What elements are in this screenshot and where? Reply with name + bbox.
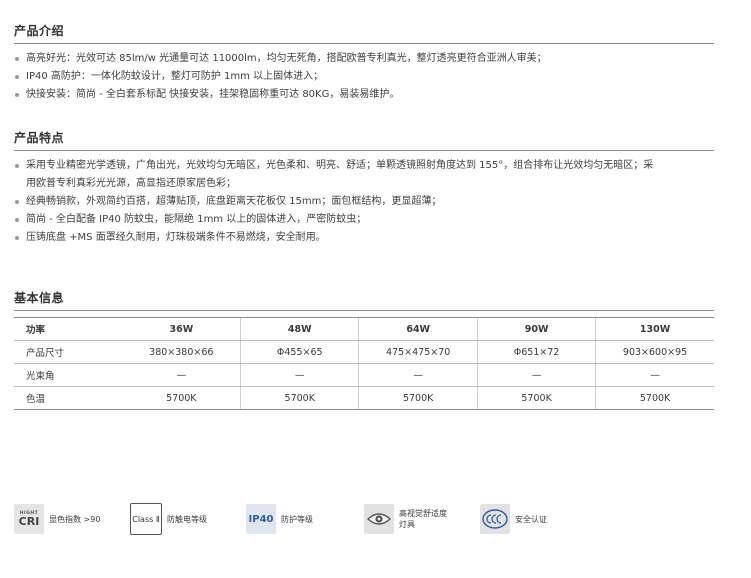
- table-row: 产品尺寸 380×380×66 Φ455×65 475×475×70 Φ651×…: [14, 340, 714, 364]
- features-list: 采用专业精密光学透镜，广角出光，光效均匀无暗区，光色柔和、明亮、舒适；单颗透镜照…: [14, 157, 714, 247]
- class-ii-icon-text: Class Ⅱ: [132, 514, 160, 524]
- table-row: 色温 5700K 5700K 5700K 5700K 5700K: [14, 386, 714, 410]
- eye-icon: [367, 513, 391, 525]
- badge-label: 防触电等级: [167, 514, 207, 524]
- cri-icon: HIGHT CRI: [14, 504, 44, 534]
- badge-row: HIGHT CRI 显色指数 >90 Class Ⅱ 防触电等级 IP40 防护…: [14, 503, 714, 535]
- list-item: 压铸底盘 +MS 面罩经久耐用，灯珠极端条件不易燃烧，安全耐用。: [14, 229, 714, 247]
- table-cell: 5700K: [595, 386, 714, 410]
- row-label: 产品尺寸: [14, 340, 123, 364]
- table-cell: Φ455×65: [240, 340, 359, 364]
- table-header-row: 功率 36W 48W 64W 90W 130W: [14, 317, 714, 341]
- table-cell: —: [358, 363, 478, 387]
- header-cell: 功率: [14, 317, 123, 341]
- header-cell: 130W: [595, 317, 714, 341]
- badge-ccc: 安全认证: [480, 503, 547, 535]
- section-title: 基本信息: [14, 289, 714, 311]
- eye-comfort-icon: [364, 504, 394, 534]
- product-features-section: 产品特点 采用专业精密光学透镜，广角出光，光效均匀无暗区，光色柔和、明亮、舒适；…: [14, 129, 714, 247]
- badge-label: 防护等级: [281, 514, 313, 524]
- header-cell: 48W: [240, 317, 359, 341]
- table-cell: Φ651×72: [477, 340, 596, 364]
- badge-ip40: IP40 防护等级: [246, 503, 313, 535]
- row-label: 光束角: [14, 363, 123, 387]
- badge-label-line: 高视觉舒适度: [399, 509, 447, 518]
- table-cell: —: [122, 363, 241, 387]
- table-cell: 380×380×66: [122, 340, 241, 364]
- table-cell: 5700K: [122, 386, 241, 410]
- product-intro-section: 产品介绍 高亮好光：光效可达 85lm/w 光通量可达 11000lm，均匀无死…: [14, 22, 714, 104]
- header-cell: 90W: [477, 317, 596, 341]
- badge-label: 显色指数 >90: [49, 514, 101, 524]
- badge-label-line: 灯具: [399, 520, 415, 529]
- basic-info-section: 基本信息 功率 36W 48W 64W 90W 130W 产品尺寸 380×38…: [14, 289, 714, 410]
- ccc-mark-icon: [482, 509, 508, 529]
- table-cell: —: [595, 363, 714, 387]
- table-cell: 5700K: [358, 386, 478, 410]
- section-title: 产品介绍: [14, 22, 714, 44]
- list-item: 快接安装：简尚 - 全白套系标配 快接安装，挂架稳固称重可达 80KG，易装易维…: [14, 86, 714, 104]
- badge-eye-comfort: 高视觉舒适度 灯具: [364, 503, 447, 535]
- intro-list: 高亮好光：光效可达 85lm/w 光通量可达 11000lm，均匀无死角，搭配欧…: [14, 50, 714, 104]
- ccc-icon: [480, 504, 510, 534]
- cri-icon-big-text: CRI: [18, 515, 40, 528]
- list-item: 高亮好光：光效可达 85lm/w 光通量可达 11000lm，均匀无死角，搭配欧…: [14, 50, 714, 68]
- spec-table: 功率 36W 48W 64W 90W 130W 产品尺寸 380×380×66 …: [14, 317, 714, 410]
- list-item-line: 采用专业精密光学透镜，广角出光，光效均匀无暗区，光色柔和、明亮、舒适；单颗透镜照…: [26, 160, 654, 171]
- list-item: 采用专业精密光学透镜，广角出光，光效均匀无暗区，光色柔和、明亮、舒适；单颗透镜照…: [14, 157, 714, 193]
- ip40-icon: IP40: [246, 504, 276, 534]
- list-item-line: 用欧普专利真彩光光源，高显指还原家居色彩；: [26, 178, 236, 189]
- table-cell: 5700K: [477, 386, 596, 410]
- table-cell: 475×475×70: [358, 340, 478, 364]
- row-label: 色温: [14, 386, 123, 410]
- table-cell: 903×600×95: [595, 340, 714, 364]
- badge-label: 安全认证: [515, 514, 547, 524]
- badge-class-ii: Class Ⅱ 防触电等级: [130, 503, 207, 535]
- badge-cri: HIGHT CRI 显色指数 >90: [14, 503, 100, 535]
- list-item: 经典畅销款，外观简约百搭，超薄贴顶，底盘距离天花板仅 15mm；面包框结构，更显…: [14, 193, 714, 211]
- list-item: IP40 高防护：一体化防蚊设计，整灯可防护 1mm 以上固体进入；: [14, 68, 714, 86]
- table-cell: —: [477, 363, 596, 387]
- section-title: 产品特点: [14, 129, 714, 151]
- header-cell: 64W: [358, 317, 478, 341]
- ip40-icon-text: IP40: [248, 513, 274, 525]
- table-cell: —: [240, 363, 359, 387]
- table-cell: 5700K: [240, 386, 359, 410]
- header-cell: 36W: [122, 317, 241, 341]
- badge-label: 高视觉舒适度 灯具: [399, 508, 447, 530]
- list-item: 简尚 - 全白配备 IP40 防蚊虫，能隔绝 1mm 以上的固体进入，严密防蚊虫…: [14, 211, 714, 229]
- class-ii-icon: Class Ⅱ: [130, 503, 162, 535]
- table-row: 光束角 — — — — —: [14, 363, 714, 387]
